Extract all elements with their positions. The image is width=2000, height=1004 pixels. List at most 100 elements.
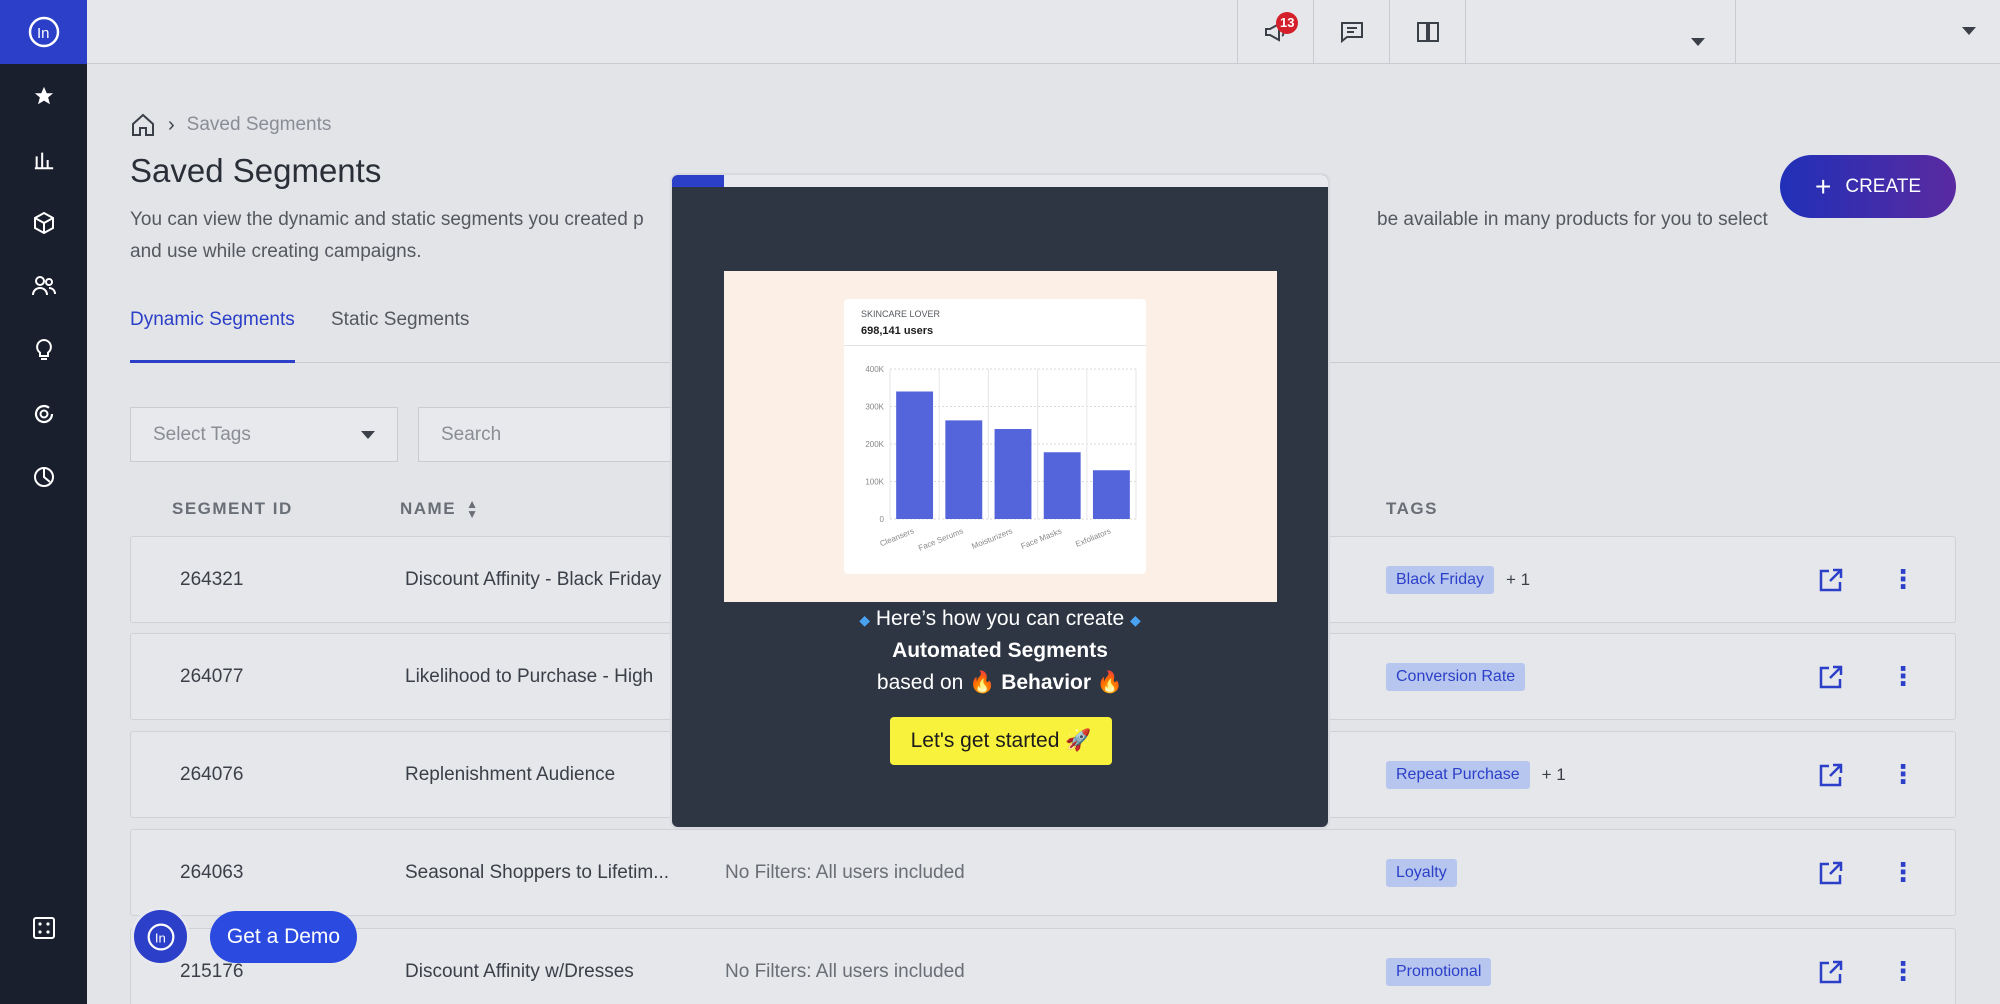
chart-card: SKINCARE LOVER 698,141 users 0 100K 200K 30… — [844, 299, 1146, 574]
segment-name[interactable]: Discount Affinity - Black Friday — [405, 537, 661, 622]
y-tick-label: 0 — [880, 515, 885, 524]
chevron-down-icon — [1962, 27, 1976, 35]
segment-id: 264076 — [180, 763, 244, 785]
segment-tags: Black Friday + 1 — [1386, 537, 1530, 622]
onboarding-modal: SKINCARE LOVER 698,141 users 0 100K 200K 30… — [670, 173, 1330, 829]
workspace-dropdown[interactable] — [1735, 0, 2000, 64]
chart-bar — [994, 429, 1032, 519]
create-button-label: CREATE — [1845, 175, 1922, 197]
segment-tags: Repeat Purchase + 1 — [1386, 732, 1566, 817]
header-name[interactable]: NAME ▲ ▼ — [400, 498, 479, 520]
table-row[interactable]: 264063 Seasonal Shoppers to Lifetim... N… — [130, 829, 1956, 916]
get-started-button[interactable]: Let's get started 🚀 — [890, 717, 1112, 765]
home-icon[interactable] — [130, 112, 156, 138]
table-row[interactable]: 215176 Discount Affinity w/Dresses No Fi… — [130, 928, 1956, 1004]
x-tick-label: Cleansers — [879, 527, 916, 549]
chat-launcher[interactable]: In — [131, 907, 190, 966]
analytics-icon[interactable] — [0, 135, 87, 185]
select-tags-dropdown[interactable]: Select Tags — [130, 407, 398, 462]
modal-line3: based on 🔥 Behavior 🔥 — [876, 671, 1124, 694]
modal-line3-bold: Behavior — [1001, 671, 1092, 694]
account-dropdown[interactable] — [1465, 0, 1735, 64]
modal-line1-text: Here’s how you can create — [875, 607, 1125, 630]
open-external-icon[interactable] — [1818, 732, 1844, 817]
svg-text:In: In — [37, 25, 50, 42]
tag-badge: Repeat Purchase — [1386, 760, 1530, 789]
more-options-icon[interactable]: ⋮ — [1890, 537, 1916, 622]
pie-chart-icon[interactable] — [0, 452, 87, 502]
open-external-icon[interactable] — [1818, 929, 1844, 1004]
segment-id: 264321 — [180, 568, 244, 590]
tag-badge: Black Friday — [1386, 565, 1495, 594]
segment-filter: No Filters: All users included — [725, 960, 965, 982]
sort-icon[interactable]: ▲ ▼ — [466, 498, 479, 520]
more-options-icon[interactable]: ⋮ — [1890, 830, 1916, 915]
header-segment-id: SEGMENT ID — [172, 499, 293, 518]
tab-static-segments[interactable]: Static Segments — [331, 309, 469, 363]
y-tick-label: 400K — [865, 365, 884, 374]
segment-id: 264063 — [180, 861, 244, 883]
chevron-down-icon — [1691, 38, 1705, 46]
breadcrumb-current: Saved Segments — [186, 114, 332, 135]
x-tick-label: Face Masks — [1020, 527, 1063, 551]
segment-tags: Loyalty — [1386, 830, 1457, 915]
svg-text:In: In — [154, 930, 165, 945]
more-options-icon[interactable]: ⋮ — [1890, 929, 1916, 1004]
create-button[interactable]: + CREATE — [1780, 155, 1956, 218]
apps-grid-icon[interactable] — [0, 903, 87, 953]
book-icon — [1416, 22, 1439, 42]
users-icon[interactable] — [0, 261, 87, 311]
chevron-right-icon: › — [168, 113, 175, 136]
bar-chart: 0 100K 200K 300K 400K Cleansers Face Serums Moi… — [865, 365, 1137, 553]
sidebar: In — [0, 0, 87, 1004]
app-logo[interactable]: In — [0, 0, 87, 64]
modal-progress-bar — [672, 175, 1328, 187]
chat-icon — [1340, 22, 1363, 44]
search-placeholder: Search — [441, 423, 502, 445]
modal-line2: Automated Segments — [892, 639, 1108, 662]
chevron-down-icon — [361, 430, 375, 439]
modal-line1: ◆ Here’s how you can create ◆ — [859, 607, 1141, 630]
announcements-button[interactable]: 13 — [1237, 0, 1313, 64]
segment-name[interactable]: Likelihood to Purchase - High — [405, 634, 653, 719]
docs-button[interactable] — [1389, 0, 1465, 64]
chart-bar — [896, 391, 934, 519]
open-external-icon[interactable] — [1818, 634, 1844, 719]
y-tick-label: 100K — [865, 478, 884, 487]
logo-icon: In — [147, 923, 174, 950]
segment-name[interactable]: Discount Affinity w/Dresses — [405, 929, 634, 1004]
chart-bar — [1043, 452, 1081, 519]
x-tick-label: Moisturizers — [970, 527, 1013, 551]
top-bar: 13 — [87, 0, 2000, 64]
cube-icon[interactable] — [0, 198, 87, 248]
x-tick-label: Face Serums — [917, 527, 964, 553]
header-name-label: NAME — [400, 499, 457, 518]
segment-id: 264077 — [180, 665, 244, 687]
get-demo-button[interactable]: Get a Demo — [210, 911, 357, 963]
segment-tags: Promotional — [1386, 929, 1492, 1004]
segment-name[interactable]: Seasonal Shoppers to Lifetim... — [405, 830, 669, 915]
segment-name[interactable]: Replenishment Audience — [405, 732, 615, 817]
notification-badge: 13 — [1276, 12, 1299, 34]
target-icon[interactable] — [0, 389, 87, 439]
more-tags-count: + 1 — [1541, 764, 1566, 784]
modal-line3-prefix: based on — [876, 671, 964, 694]
open-external-icon[interactable] — [1818, 537, 1844, 622]
logo-icon: In — [28, 16, 59, 48]
more-options-icon[interactable]: ⋮ — [1890, 634, 1916, 719]
segment-filter: No Filters: All users included — [725, 861, 965, 883]
plus-icon: + — [1814, 170, 1832, 202]
lightbulb-icon[interactable] — [0, 325, 87, 375]
modal-hero-image: SKINCARE LOVER 698,141 users 0 100K 200K 30… — [724, 271, 1277, 602]
description-line1-right: be available in many products for you to… — [1377, 209, 1768, 230]
chart-bar — [1092, 470, 1130, 519]
star-icon[interactable] — [0, 71, 87, 121]
tab-dynamic-segments[interactable]: Dynamic Segments — [130, 309, 295, 363]
tag-badge: Conversion Rate — [1386, 662, 1526, 691]
y-tick-label: 200K — [865, 440, 884, 449]
messages-button[interactable] — [1313, 0, 1389, 64]
more-options-icon[interactable]: ⋮ — [1890, 732, 1916, 817]
header-tags: TAGS — [1386, 499, 1438, 518]
page-title: Saved Segments — [130, 152, 382, 189]
open-external-icon[interactable] — [1818, 830, 1844, 915]
